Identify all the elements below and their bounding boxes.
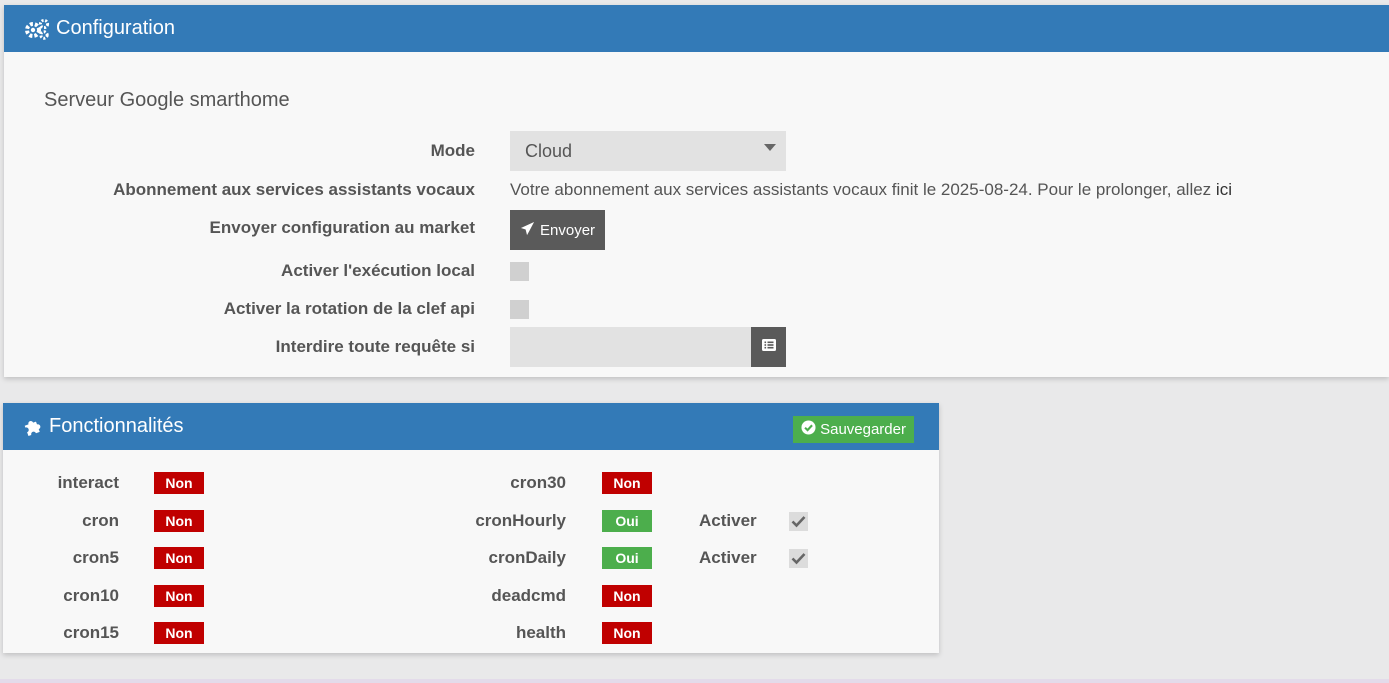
market-label: Envoyer configuration au market xyxy=(209,218,475,237)
feature-row: interact Non xyxy=(3,468,303,498)
section-title: Serveur Google smarthome xyxy=(44,89,290,111)
status-badge: Non xyxy=(602,622,652,644)
feature-row: cron Non xyxy=(3,506,303,536)
api-rotation-row: Activer la rotation de la clef api xyxy=(4,289,1389,329)
features-panel: Fonctionnalités Sauvegarder interact Non… xyxy=(3,403,939,653)
mode-label: Mode xyxy=(430,141,475,160)
activate-checkbox[interactable] xyxy=(789,512,808,531)
forbid-label: Interdire toute requête si xyxy=(275,337,475,356)
configuration-header: Configuration xyxy=(4,5,1389,52)
feature-row: cronHourly Oui Activer xyxy=(303,506,903,536)
status-badge: Non xyxy=(154,472,204,494)
feature-name: cron30 xyxy=(510,473,566,492)
api-rotation-label: Activer la rotation de la clef api xyxy=(223,299,475,318)
checkmark-icon xyxy=(791,516,806,528)
status-badge: Oui xyxy=(602,547,652,569)
mode-value: Cloud xyxy=(525,141,573,161)
feature-row: cronDaily Oui Activer xyxy=(303,543,903,573)
list-button[interactable] xyxy=(751,327,786,367)
send-button-label: Envoyer xyxy=(540,221,596,239)
activate-label: Activer xyxy=(699,511,757,530)
feature-row: cron30 Non xyxy=(303,468,903,498)
send-button[interactable]: Envoyer xyxy=(510,210,606,250)
list-icon xyxy=(761,338,776,356)
feature-name: interact xyxy=(57,473,119,492)
bottom-divider xyxy=(0,679,1389,683)
features-title: Fonctionnalités xyxy=(49,415,184,437)
forbid-row: Interdire toute requête si xyxy=(4,327,1389,367)
feature-row: cron10 Non xyxy=(3,581,303,611)
feature-row: cron15 Non xyxy=(3,618,303,648)
caret-down-icon xyxy=(764,144,776,151)
feature-name: cron10 xyxy=(63,586,119,605)
subscription-message: Votre abonnement aux services assistants… xyxy=(510,180,1216,199)
local-exec-label: Activer l'exécution local xyxy=(281,261,475,280)
feature-name: cron xyxy=(82,511,119,530)
forbid-input[interactable] xyxy=(510,327,751,367)
paper-plane-icon xyxy=(520,221,535,240)
feature-row: cron5 Non xyxy=(3,543,303,573)
feature-name: cron5 xyxy=(72,548,119,567)
feature-row: health Non xyxy=(303,618,903,648)
subscription-label: Abonnement aux services assistants vocau… xyxy=(113,180,475,199)
feature-row: deadcmd Non xyxy=(303,581,903,611)
renew-link[interactable]: ici xyxy=(1216,180,1232,199)
status-badge: Non xyxy=(154,510,204,532)
checkmark-icon xyxy=(791,553,806,565)
configuration-title: Configuration xyxy=(56,17,175,39)
activate-checkbox[interactable] xyxy=(789,549,808,568)
feature-name: health xyxy=(515,623,566,642)
forbid-input-group xyxy=(510,327,786,367)
feature-name: cronDaily xyxy=(488,548,566,567)
status-badge: Oui xyxy=(602,510,652,532)
subscription-row: Abonnement aux services assistants vocau… xyxy=(4,170,1389,210)
save-button[interactable]: Sauvegarder xyxy=(793,416,914,443)
mode-select[interactable]: Cloud xyxy=(510,131,786,171)
api-rotation-checkbox[interactable] xyxy=(510,299,529,319)
status-badge: Non xyxy=(154,622,204,644)
configuration-panel: Configuration Serveur Google smarthome M… xyxy=(4,5,1389,377)
features-header: Fonctionnalités Sauvegarder xyxy=(3,403,939,450)
activate-label: Activer xyxy=(699,548,757,567)
subscription-text: Votre abonnement aux services assistants… xyxy=(510,180,1232,200)
mode-row: Mode Cloud xyxy=(4,131,1389,171)
check-circle-icon xyxy=(801,420,816,439)
status-badge: Non xyxy=(154,585,204,607)
status-badge: Non xyxy=(154,547,204,569)
save-button-label: Sauvegarder xyxy=(820,421,906,438)
cogs-icon xyxy=(24,18,50,40)
status-badge: Non xyxy=(602,472,652,494)
puzzle-icon xyxy=(23,417,43,437)
feature-name: cronHourly xyxy=(475,511,566,530)
local-exec-row: Activer l'exécution local xyxy=(4,251,1389,291)
status-badge: Non xyxy=(602,585,652,607)
feature-name: deadcmd xyxy=(491,586,566,605)
feature-name: cron15 xyxy=(63,623,119,642)
local-exec-checkbox[interactable] xyxy=(510,261,529,281)
market-row: Envoyer configuration au market Envoyer xyxy=(4,210,1389,250)
